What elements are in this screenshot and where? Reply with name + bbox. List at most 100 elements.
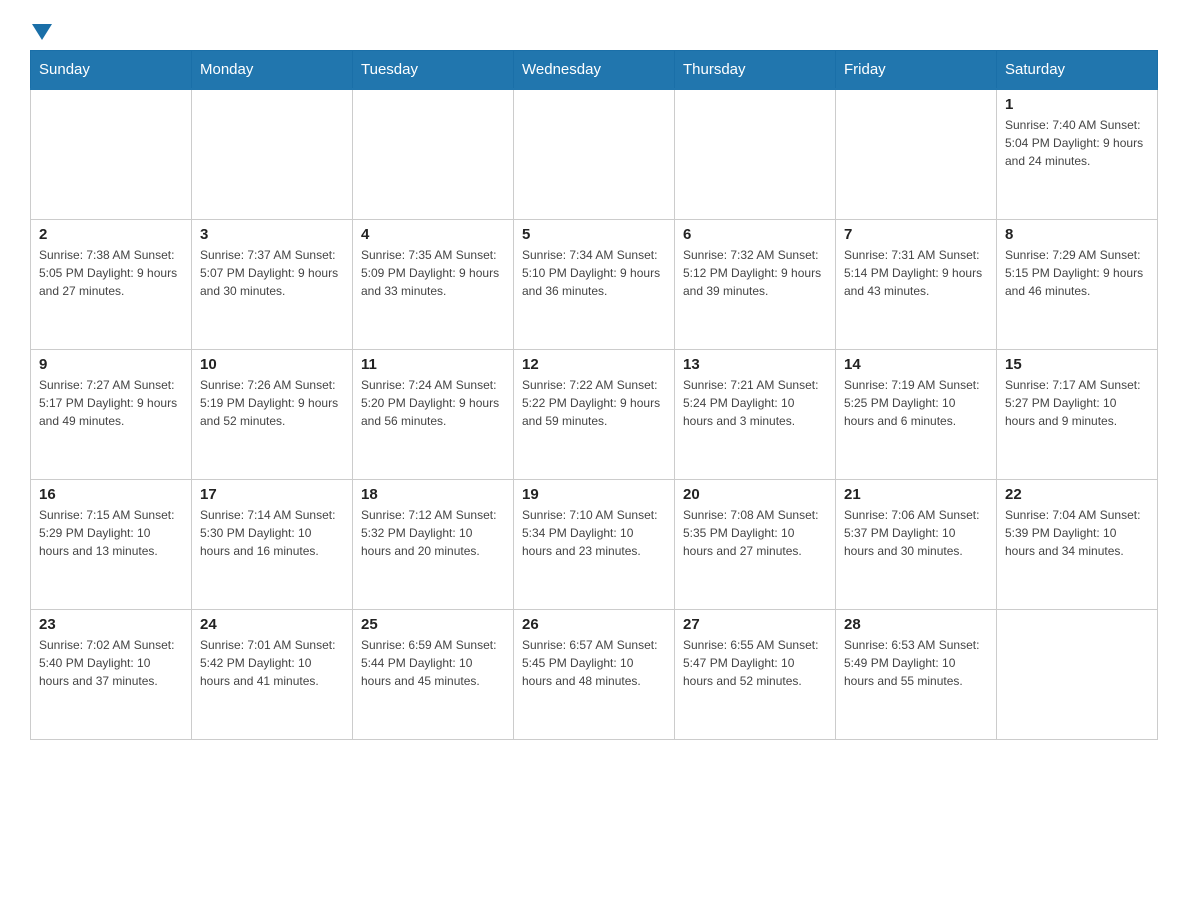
day-info: Sunrise: 7:24 AM Sunset: 5:20 PM Dayligh…: [361, 376, 505, 430]
day-info: Sunrise: 7:08 AM Sunset: 5:35 PM Dayligh…: [683, 506, 827, 560]
day-number: 9: [39, 356, 183, 373]
calendar-cell: 9 Sunrise: 7:27 AM Sunset: 5:17 PM Daylig…: [31, 349, 192, 479]
calendar-week-2: 2 Sunrise: 7:38 AM Sunset: 5:05 PM Daylig…: [31, 219, 1158, 349]
day-number: 23: [39, 616, 183, 633]
calendar-cell: 26 Sunrise: 6:57 AM Sunset: 5:45 PM Dayli…: [514, 609, 675, 739]
day-number: 8: [1005, 226, 1149, 243]
calendar-cell: 13 Sunrise: 7:21 AM Sunset: 5:24 PM Dayli…: [675, 349, 836, 479]
calendar-cell: 4 Sunrise: 7:35 AM Sunset: 5:09 PM Daylig…: [353, 219, 514, 349]
day-number: 7: [844, 226, 988, 243]
day-info: Sunrise: 7:22 AM Sunset: 5:22 PM Dayligh…: [522, 376, 666, 430]
calendar-cell: 2 Sunrise: 7:38 AM Sunset: 5:05 PM Daylig…: [31, 219, 192, 349]
calendar-cell: 1Sunrise: 7:40 AM Sunset: 5:04 PM Daylig…: [997, 89, 1158, 219]
day-number: 15: [1005, 356, 1149, 373]
calendar-cell: 18 Sunrise: 7:12 AM Sunset: 5:32 PM Dayli…: [353, 479, 514, 609]
calendar-cell: 15 Sunrise: 7:17 AM Sunset: 5:27 PM Dayli…: [997, 349, 1158, 479]
day-number: 18: [361, 486, 505, 503]
day-info: Sunrise: 7:14 AM Sunset: 5:30 PM Dayligh…: [200, 506, 344, 560]
day-info: Sunrise: 6:53 AM Sunset: 5:49 PM Dayligh…: [844, 636, 988, 690]
day-info: Sunrise: 7:29 AM Sunset: 5:15 PM Dayligh…: [1005, 246, 1149, 300]
day-number: 5: [522, 226, 666, 243]
day-number: 20: [683, 486, 827, 503]
day-number: 19: [522, 486, 666, 503]
calendar-cell: 20 Sunrise: 7:08 AM Sunset: 5:35 PM Dayli…: [675, 479, 836, 609]
calendar-cell: 22 Sunrise: 7:04 AM Sunset: 5:39 PM Dayli…: [997, 479, 1158, 609]
day-number: 28: [844, 616, 988, 633]
day-number: 17: [200, 486, 344, 503]
day-info: Sunrise: 7:37 AM Sunset: 5:07 PM Dayligh…: [200, 246, 344, 300]
day-number: 25: [361, 616, 505, 633]
day-info: Sunrise: 7:34 AM Sunset: 5:10 PM Dayligh…: [522, 246, 666, 300]
day-number: 16: [39, 486, 183, 503]
day-info: Sunrise: 7:21 AM Sunset: 5:24 PM Dayligh…: [683, 376, 827, 430]
weekday-header-saturday: Saturday: [997, 51, 1158, 90]
weekday-header-wednesday: Wednesday: [514, 51, 675, 90]
calendar-week-3: 9 Sunrise: 7:27 AM Sunset: 5:17 PM Daylig…: [31, 349, 1158, 479]
day-info: Sunrise: 7:26 AM Sunset: 5:19 PM Dayligh…: [200, 376, 344, 430]
day-info: Sunrise: 7:17 AM Sunset: 5:27 PM Dayligh…: [1005, 376, 1149, 430]
day-info: Sunrise: 7:31 AM Sunset: 5:14 PM Dayligh…: [844, 246, 988, 300]
weekday-header-thursday: Thursday: [675, 51, 836, 90]
calendar-cell: 23 Sunrise: 7:02 AM Sunset: 5:40 PM Dayli…: [31, 609, 192, 739]
day-number: 21: [844, 486, 988, 503]
page-header: [30, 20, 1158, 40]
day-info: Sunrise: 7:27 AM Sunset: 5:17 PM Dayligh…: [39, 376, 183, 430]
calendar-cell: [31, 89, 192, 219]
logo-arrow-icon: [32, 24, 52, 40]
calendar-cell: 6 Sunrise: 7:32 AM Sunset: 5:12 PM Daylig…: [675, 219, 836, 349]
calendar-cell: 7 Sunrise: 7:31 AM Sunset: 5:14 PM Daylig…: [836, 219, 997, 349]
logo: [30, 20, 52, 40]
calendar-cell: [514, 89, 675, 219]
day-info: Sunrise: 7:15 AM Sunset: 5:29 PM Dayligh…: [39, 506, 183, 560]
day-info: Sunrise: 7:12 AM Sunset: 5:32 PM Dayligh…: [361, 506, 505, 560]
weekday-header-row: SundayMondayTuesdayWednesdayThursdayFrid…: [31, 51, 1158, 90]
calendar-cell: 8 Sunrise: 7:29 AM Sunset: 5:15 PM Daylig…: [997, 219, 1158, 349]
day-info: Sunrise: 7:02 AM Sunset: 5:40 PM Dayligh…: [39, 636, 183, 690]
day-info: Sunrise: 7:19 AM Sunset: 5:25 PM Dayligh…: [844, 376, 988, 430]
day-number: 2: [39, 226, 183, 243]
day-number: 4: [361, 226, 505, 243]
day-info: Sunrise: 6:59 AM Sunset: 5:44 PM Dayligh…: [361, 636, 505, 690]
calendar-cell: 19 Sunrise: 7:10 AM Sunset: 5:34 PM Dayli…: [514, 479, 675, 609]
weekday-header-monday: Monday: [192, 51, 353, 90]
calendar-week-1: 1Sunrise: 7:40 AM Sunset: 5:04 PM Daylig…: [31, 89, 1158, 219]
weekday-header-sunday: Sunday: [31, 51, 192, 90]
day-number: 22: [1005, 486, 1149, 503]
calendar-cell: 17 Sunrise: 7:14 AM Sunset: 5:30 PM Dayli…: [192, 479, 353, 609]
calendar-cell: 27 Sunrise: 6:55 AM Sunset: 5:47 PM Dayli…: [675, 609, 836, 739]
day-number: 13: [683, 356, 827, 373]
calendar-cell: 28 Sunrise: 6:53 AM Sunset: 5:49 PM Dayli…: [836, 609, 997, 739]
calendar-week-5: 23 Sunrise: 7:02 AM Sunset: 5:40 PM Dayli…: [31, 609, 1158, 739]
day-info: Sunrise: 7:01 AM Sunset: 5:42 PM Dayligh…: [200, 636, 344, 690]
calendar-cell: 21 Sunrise: 7:06 AM Sunset: 5:37 PM Dayli…: [836, 479, 997, 609]
day-number: 26: [522, 616, 666, 633]
calendar-cell: 11 Sunrise: 7:24 AM Sunset: 5:20 PM Dayli…: [353, 349, 514, 479]
calendar-cell: [353, 89, 514, 219]
day-info: Sunrise: 6:57 AM Sunset: 5:45 PM Dayligh…: [522, 636, 666, 690]
day-info: Sunrise: 7:04 AM Sunset: 5:39 PM Dayligh…: [1005, 506, 1149, 560]
calendar-cell: 25 Sunrise: 6:59 AM Sunset: 5:44 PM Dayli…: [353, 609, 514, 739]
calendar-cell: [836, 89, 997, 219]
day-number: 27: [683, 616, 827, 633]
day-number: 24: [200, 616, 344, 633]
calendar-cell: 10Sunrise: 7:26 AM Sunset: 5:19 PM Dayli…: [192, 349, 353, 479]
day-number: 6: [683, 226, 827, 243]
day-number: 12: [522, 356, 666, 373]
calendar-cell: 24 Sunrise: 7:01 AM Sunset: 5:42 PM Dayli…: [192, 609, 353, 739]
calendar-cell: 5 Sunrise: 7:34 AM Sunset: 5:10 PM Daylig…: [514, 219, 675, 349]
day-number: 14: [844, 356, 988, 373]
weekday-header-friday: Friday: [836, 51, 997, 90]
day-info: Sunrise: 6:55 AM Sunset: 5:47 PM Dayligh…: [683, 636, 827, 690]
calendar-table: SundayMondayTuesdayWednesdayThursdayFrid…: [30, 50, 1158, 740]
day-info: Sunrise: 7:38 AM Sunset: 5:05 PM Dayligh…: [39, 246, 183, 300]
day-info: Sunrise: 7:35 AM Sunset: 5:09 PM Dayligh…: [361, 246, 505, 300]
day-info: Sunrise: 7:32 AM Sunset: 5:12 PM Dayligh…: [683, 246, 827, 300]
day-info: Sunrise: 7:06 AM Sunset: 5:37 PM Dayligh…: [844, 506, 988, 560]
day-info: Sunrise: 7:10 AM Sunset: 5:34 PM Dayligh…: [522, 506, 666, 560]
weekday-header-tuesday: Tuesday: [353, 51, 514, 90]
calendar-cell: 14 Sunrise: 7:19 AM Sunset: 5:25 PM Dayli…: [836, 349, 997, 479]
calendar-cell: [192, 89, 353, 219]
day-number: 11: [361, 356, 505, 373]
calendar-cell: [675, 89, 836, 219]
calendar-cell: 3Sunrise: 7:37 AM Sunset: 5:07 PM Daylig…: [192, 219, 353, 349]
